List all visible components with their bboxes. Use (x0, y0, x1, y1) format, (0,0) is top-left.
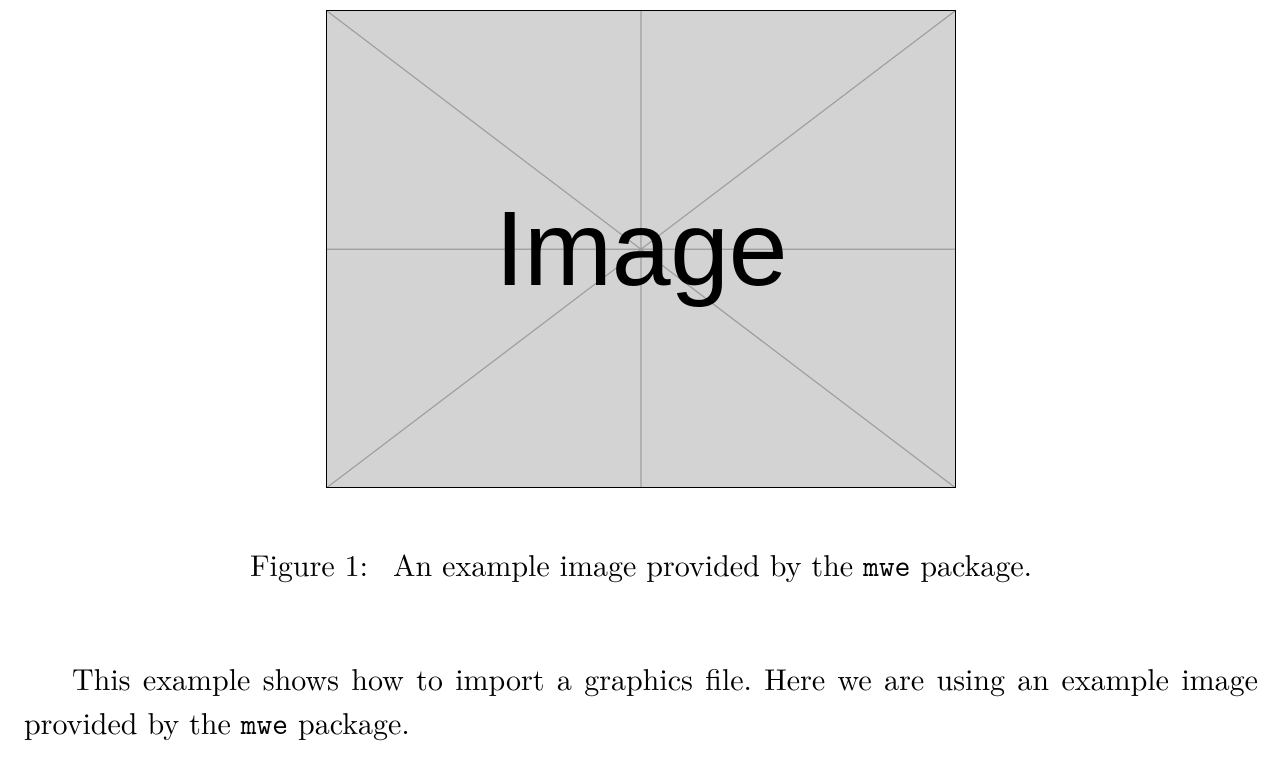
image-placeholder-label: Image (327, 11, 955, 487)
paragraph-text-pre: This example shows how to import a graph… (24, 656, 1258, 743)
figure-caption-text-post: package. (920, 542, 1032, 585)
figure-caption: Figure 1: An example image provided by t… (250, 544, 1032, 588)
figure-caption-label: Figure 1: (250, 542, 368, 585)
body-paragraph: This example shows how to import a graph… (24, 656, 1258, 748)
figure-caption-text-pre: An example image provided by the (393, 542, 853, 585)
paragraph-tt: mwe (241, 705, 288, 744)
paragraph-text-post: package. (298, 700, 410, 743)
figure-caption-tt: mwe (863, 547, 910, 586)
figure: Image Figure 1: An example image provide… (0, 10, 1282, 588)
image-placeholder: Image (326, 10, 956, 488)
